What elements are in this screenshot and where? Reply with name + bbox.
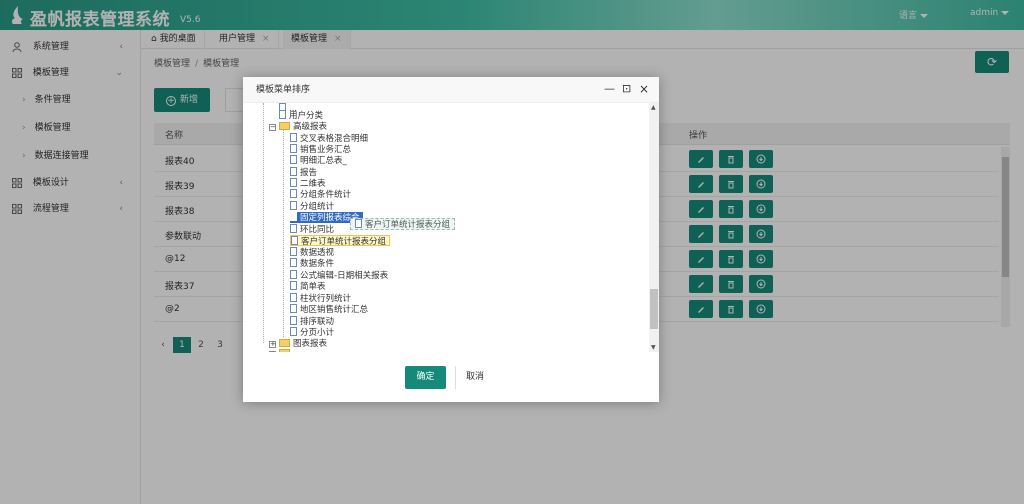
tree-node-label: 分页小计 [300,328,335,338]
tree-node[interactable]: 用户分类 [279,110,323,121]
document-icon [290,293,297,302]
tree-guide-line [283,129,284,337]
tree-node-label: 排序联动 [300,317,335,327]
tree-node-label: 简单表 [300,282,326,292]
document-icon [279,110,286,119]
tree-node-label: 数据透视 [300,248,335,258]
document-icon [290,224,297,233]
tree-node[interactable]: 销售业务汇总 [290,144,351,155]
tree-node[interactable]: 环比同比 [290,224,334,235]
tree-node[interactable]: 二维表 [290,178,326,189]
tree-node-label: 数据条件 [300,259,335,269]
document-icon [290,155,297,164]
template-tree: ... 用户分类 − 高级报表 交叉表格混合明细 销售业务汇总 明细汇总表_ 报告… [243,103,649,352]
tree-node-label: 分组统计 [300,202,335,212]
tree-folder[interactable]: +... [269,349,301,352]
tree-node[interactable]: 地区销售统计汇总 [290,304,368,315]
tree-node[interactable]: 分组条件统计 [290,189,351,200]
expand-toggle-icon[interactable]: + [269,351,276,352]
tree-node-label: 图表报表 [293,339,328,349]
expand-toggle-icon[interactable]: + [269,341,276,348]
tree-guide-line [263,103,264,343]
scroll-up-icon[interactable]: ▲ [651,104,656,111]
tree-node[interactable]: 柱状行列统计 [290,293,351,304]
tree-node-label: 环比同比 [300,225,335,235]
document-icon [291,236,298,245]
tree-node[interactable]: 交叉表格混合明细 [290,133,368,144]
folder-icon [279,339,290,347]
tree-folder[interactable]: − 高级报表 [269,122,327,133]
tree-node[interactable]: 数据条件 [290,258,334,269]
tree-node-label: 公式编辑-日期相关报表 [300,271,389,281]
document-icon [290,189,297,198]
document-icon [290,212,297,221]
tree-node-drop-target[interactable]: 客户订单统计报表分组 [290,235,391,247]
dialog-title: 模板菜单排序 [243,77,659,103]
tree-node-label: 用户分类 [289,111,324,121]
scrollbar-thumb[interactable] [650,289,658,329]
confirm-button[interactable]: 确定 [405,366,446,389]
tree-node[interactable]: 明细汇总表_ [290,155,347,166]
close-icon[interactable]: × [639,83,649,95]
tree-node-label: 柱状行列统计 [300,294,352,304]
scroll-down-icon[interactable]: ▼ [651,344,656,351]
maximize-icon[interactable]: ⊡ [622,83,631,95]
minimize-icon[interactable]: — [604,83,615,95]
tree-node[interactable]: 简单表 [290,281,326,292]
tree-node-label: 明细汇总表_ [300,156,347,166]
tree-node[interactable]: 排序联动 [290,316,334,327]
collapse-toggle-icon[interactable]: − [269,124,276,131]
folder-icon [279,349,290,352]
tree-node-label: 销售业务汇总 [300,145,352,155]
tree-node-label: ... [293,349,301,352]
document-icon [290,201,297,210]
tree-node-label: 分组条件统计 [300,190,352,200]
tree-node-label: 报告 [300,168,318,178]
tree-node-label: 交叉表格混合明细 [300,134,369,144]
tree-node-label: 二维表 [300,179,326,189]
tree-node[interactable]: 分组统计 [290,201,334,212]
tree-node-label: 客户订单统计报表分组 [301,237,387,247]
document-icon [290,144,297,153]
tree-node[interactable]: 数据透视 [290,247,334,258]
tree-node[interactable]: 分页小计 [290,327,334,338]
document-icon [355,219,362,228]
document-icon [290,281,297,290]
document-icon [290,258,297,267]
document-icon [290,247,297,256]
folder-icon [279,122,290,130]
drag-ghost-label: 客户订单统计报表分组 [365,220,451,230]
dialog-scrollbar[interactable]: ▲ ▼ [649,103,659,352]
button-divider [455,366,456,389]
drag-ghost: 客户订单统计报表分组 [350,218,456,230]
document-icon [290,133,297,142]
document-icon [290,327,297,336]
cancel-button[interactable]: 取消 [466,366,484,389]
tree-node[interactable]: 公式编辑-日期相关报表 [290,270,388,281]
tree-node[interactable]: 报告 [290,167,317,178]
document-icon [290,167,297,176]
document-icon [290,304,297,313]
document-icon [290,270,297,279]
document-icon [290,316,297,325]
tree-node-label: 高级报表 [293,122,328,132]
document-icon [290,178,297,187]
tree-node-label: 地区销售统计汇总 [300,305,369,315]
sort-dialog: 模板菜单排序 — ⊡ × ... 用户分类 − 高级报表 交叉表格混合明细 销售业… [243,77,659,402]
